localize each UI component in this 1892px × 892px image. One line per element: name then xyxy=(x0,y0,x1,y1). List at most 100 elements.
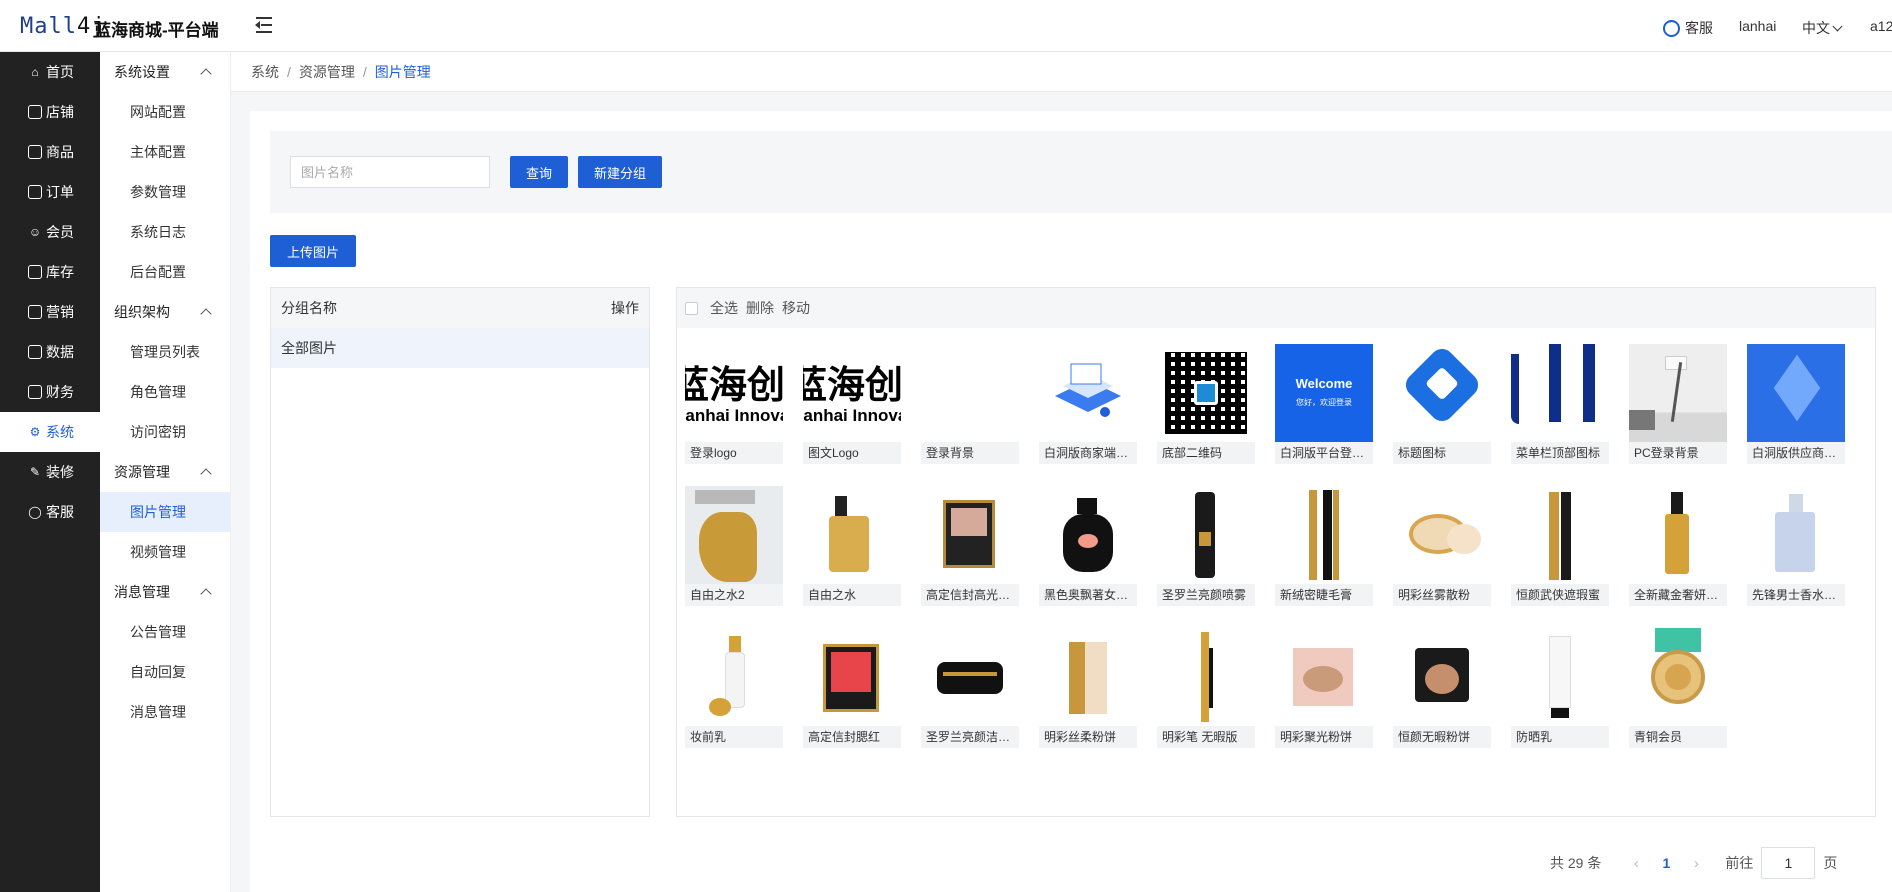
submenu-item[interactable]: 网站配置 xyxy=(100,92,230,132)
delete-button[interactable]: 删除 xyxy=(746,298,774,318)
sidebar-toggle-icon[interactable] xyxy=(254,16,274,34)
image-card[interactable]: 标题图标 xyxy=(1393,344,1491,464)
image-card[interactable]: 明彩笔 无暇版 xyxy=(1157,628,1255,748)
image-card[interactable]: 新绒密睫毛膏 xyxy=(1275,486,1373,606)
image-card[interactable]: 蓝海创Lanhai Innovat 图文Logo xyxy=(803,344,901,464)
image-thumbnail[interactable]: 蓝海创Lanhai Innovat xyxy=(803,344,901,442)
image-card[interactable]: 妆前乳 xyxy=(685,628,783,748)
image-card[interactable]: 黑色奥飘著女… xyxy=(1039,486,1137,606)
image-card[interactable]: 高定信封高光… xyxy=(921,486,1019,606)
submenu-group-messages[interactable]: 消息管理 xyxy=(100,572,230,612)
customer-service-link[interactable]: 客服 xyxy=(1663,16,1713,38)
group-row-all-images[interactable]: 全部图片 xyxy=(271,328,649,368)
image-card[interactable]: 白洞版商家端… xyxy=(1039,344,1137,464)
nav-item-finance[interactable]: 财务 xyxy=(0,372,100,412)
prev-page-icon[interactable]: ‹ xyxy=(1621,855,1651,872)
image-thumbnail[interactable] xyxy=(685,486,783,584)
submenu-group-organization[interactable]: 组织架构 xyxy=(100,292,230,332)
image-thumbnail[interactable] xyxy=(1039,344,1137,442)
image-card[interactable]: 防晒乳 xyxy=(1511,628,1609,748)
image-thumbnail[interactable] xyxy=(921,486,1019,584)
image-card[interactable]: PC登录背景 xyxy=(1629,344,1727,464)
image-card[interactable]: 明彩丝柔粉饼 xyxy=(1039,628,1137,748)
nav-item-data[interactable]: 数据 xyxy=(0,332,100,372)
image-thumbnail[interactable] xyxy=(1511,628,1609,726)
image-card[interactable]: 圣罗兰亮颜喷雾 xyxy=(1157,486,1255,606)
image-thumbnail[interactable] xyxy=(685,628,783,726)
image-thumbnail[interactable] xyxy=(1275,486,1373,584)
image-thumbnail[interactable] xyxy=(1393,628,1491,726)
nav-item-decorate[interactable]: ✎ 装修 xyxy=(0,452,100,492)
submenu-group-system-settings[interactable]: 系统设置 xyxy=(100,52,230,92)
query-button[interactable]: 查询 xyxy=(510,156,568,188)
image-thumbnail[interactable] xyxy=(1747,344,1845,442)
upload-image-button[interactable]: 上传图片 xyxy=(270,235,356,267)
submenu-item[interactable]: 公告管理 xyxy=(100,612,230,652)
image-card[interactable]: 登录背景 xyxy=(921,344,1019,464)
image-card[interactable]: 先锋男士香水… xyxy=(1747,486,1845,606)
submenu-item[interactable]: 消息管理 xyxy=(100,692,230,732)
image-thumbnail[interactable] xyxy=(921,628,1019,726)
submenu-item[interactable]: 系统日志 xyxy=(100,212,230,252)
page-number[interactable]: 1 xyxy=(1651,855,1681,871)
nav-item-home[interactable]: ⌂ 首页 xyxy=(0,52,100,92)
image-thumbnail[interactable] xyxy=(921,344,1019,442)
nav-item-service[interactable]: ◯ 客服 xyxy=(0,492,100,532)
goto-page-input[interactable] xyxy=(1761,847,1816,879)
nav-item-goods[interactable]: 商品 xyxy=(0,132,100,172)
image-thumbnail[interactable] xyxy=(1275,628,1373,726)
image-thumbnail[interactable] xyxy=(1393,344,1491,442)
next-page-icon[interactable]: › xyxy=(1681,855,1711,872)
image-thumbnail[interactable] xyxy=(1747,486,1845,584)
image-thumbnail[interactable]: 蓝海创Lanhai Innovat xyxy=(685,344,783,442)
image-card[interactable]: 自由之水 xyxy=(803,486,901,606)
image-card[interactable]: 青铜会员 xyxy=(1629,628,1727,748)
image-card[interactable]: 高定信封腮红 xyxy=(803,628,901,748)
image-card[interactable]: 底部二维码 xyxy=(1157,344,1255,464)
app-logo[interactable]: Mall4j xyxy=(20,14,105,39)
select-all-checkbox[interactable] xyxy=(685,301,698,315)
image-card[interactable]: Welcome 您好，欢迎登录 白洞版平台登… xyxy=(1275,344,1373,464)
image-thumbnail[interactable] xyxy=(1039,628,1137,726)
select-all-label[interactable]: 全选 xyxy=(710,298,738,318)
image-card[interactable]: 白洞版供应商… xyxy=(1747,344,1845,464)
submenu-item[interactable]: 管理员列表 xyxy=(100,332,230,372)
submenu-item[interactable]: 自动回复 xyxy=(100,652,230,692)
image-card[interactable]: 全新藏金奢妍… xyxy=(1629,486,1727,606)
image-thumbnail[interactable] xyxy=(1629,344,1727,442)
submenu-item[interactable]: 后台配置 xyxy=(100,252,230,292)
nav-item-marketing[interactable]: 营销 xyxy=(0,292,100,332)
nav-item-order[interactable]: 订单 xyxy=(0,172,100,212)
image-card[interactable]: 自由之水2 xyxy=(685,486,783,606)
move-button[interactable]: 移动 xyxy=(782,298,810,318)
image-thumbnail[interactable] xyxy=(803,628,901,726)
new-group-button[interactable]: 新建分组 xyxy=(578,156,662,188)
image-thumbnail[interactable]: Welcome 您好，欢迎登录 xyxy=(1275,344,1373,442)
image-thumbnail[interactable] xyxy=(1511,344,1609,442)
image-card[interactable]: 恒颜武侠遮瑕蜜 xyxy=(1511,486,1609,606)
image-card[interactable]: 恒颜无暇粉饼 xyxy=(1393,628,1491,748)
breadcrumb-item[interactable]: 系统 xyxy=(251,62,279,82)
breadcrumb-item[interactable]: 资源管理 xyxy=(299,62,355,82)
submenu-item[interactable]: 访问密钥 xyxy=(100,412,230,452)
image-thumbnail[interactable] xyxy=(803,486,901,584)
image-card[interactable]: 明彩聚光粉饼 xyxy=(1275,628,1373,748)
image-thumbnail[interactable] xyxy=(1629,628,1727,726)
image-card[interactable]: 明彩丝雾散粉 xyxy=(1393,486,1491,606)
submenu-item[interactable]: 视频管理 xyxy=(100,532,230,572)
image-thumbnail[interactable] xyxy=(1511,486,1609,584)
submenu-item[interactable]: 角色管理 xyxy=(100,372,230,412)
nav-item-system[interactable]: ⚙ 系统 xyxy=(0,412,100,452)
submenu-item[interactable]: 参数管理 xyxy=(100,172,230,212)
nav-item-shop[interactable]: 店铺 xyxy=(0,92,100,132)
nav-item-member[interactable]: ☺ 会员 xyxy=(0,212,100,252)
username[interactable]: lanhai xyxy=(1739,18,1776,34)
submenu-item-image-management[interactable]: 图片管理 xyxy=(100,492,230,532)
language-dropdown[interactable]: 中文 xyxy=(1802,18,1843,38)
nav-item-stock[interactable]: 库存 xyxy=(0,252,100,292)
submenu-item[interactable]: 主体配置 xyxy=(100,132,230,172)
image-card[interactable]: 圣罗兰亮颜洁… xyxy=(921,628,1019,748)
image-thumbnail[interactable] xyxy=(1039,486,1137,584)
account-menu[interactable]: a12 xyxy=(1870,18,1892,34)
submenu-group-resources[interactable]: 资源管理 xyxy=(100,452,230,492)
